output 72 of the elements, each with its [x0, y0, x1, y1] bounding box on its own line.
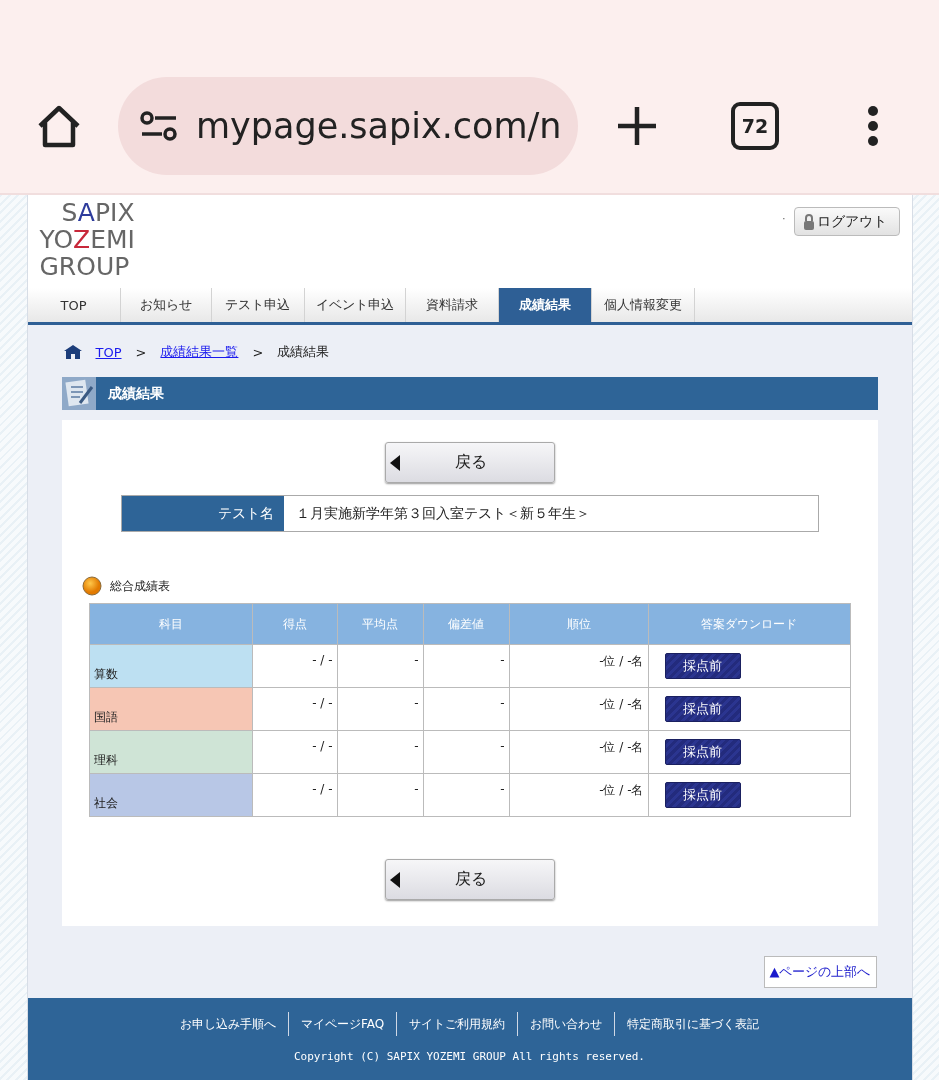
scoring-button[interactable]: 採点前	[664, 696, 741, 722]
notepad-icon	[61, 377, 96, 410]
scoring-button[interactable]: 採点前	[664, 739, 741, 765]
table-cell: -位 / -名	[509, 773, 648, 817]
address-bar[interactable]: mypage.sapix.com/n	[118, 77, 578, 175]
footer-link[interactable]: お問い合わせ	[517, 1012, 615, 1036]
nav-tab[interactable]: 個人情報変更	[591, 288, 695, 322]
table-cell: - / -	[252, 644, 337, 688]
test-name-value: １月実施新学年第３回入室テスト＜新５年生＞	[294, 503, 591, 523]
column-header: 答案ダウンロード	[648, 603, 850, 645]
logo-text: YOZEMI	[39, 226, 136, 253]
table-cell: -	[337, 644, 423, 688]
table-cell: -	[423, 773, 509, 817]
copyright: Copyright (C) SAPIX YOZEMI GROUP All rights reserved.	[294, 1050, 645, 1063]
bullet-icon	[81, 576, 102, 596]
table-cell: -位 / -名	[509, 644, 648, 688]
left-triangle-icon	[389, 871, 400, 888]
home-icon	[63, 345, 82, 359]
table-cell: -	[337, 730, 423, 774]
subject-cell: 社会	[89, 773, 252, 817]
logo-text: GROUP	[39, 253, 131, 280]
breadcrumb-link[interactable]: TOP	[95, 344, 122, 360]
table-cell: -	[423, 687, 509, 731]
column-header: 科目	[89, 603, 252, 645]
breadcrumb-separator: >	[135, 344, 147, 360]
scoring-button[interactable]: 採点前	[664, 782, 741, 808]
table-cell: -位 / -名	[509, 687, 648, 731]
subject-cell: 算数	[89, 644, 252, 688]
table-cell: - / -	[252, 730, 337, 774]
tune-icon[interactable]	[140, 111, 178, 141]
nav-tab[interactable]: TOP	[27, 288, 121, 322]
breadcrumb-current: 成績結果	[277, 343, 330, 361]
table-cell: - / -	[252, 773, 337, 817]
column-header: 偏差値	[423, 603, 509, 645]
nav-tab[interactable]: 成績結果	[498, 288, 592, 322]
table-cell: -	[423, 644, 509, 688]
breadcrumb-link[interactable]: 成績結果一覧	[160, 343, 239, 361]
lock-icon	[802, 213, 815, 230]
back-button[interactable]: 戻る	[384, 442, 555, 483]
scoring-button[interactable]: 採点前	[664, 653, 741, 679]
plus-icon[interactable]	[616, 105, 658, 147]
dot: ·	[782, 213, 786, 224]
page-title: 成績結果	[107, 384, 164, 403]
column-header: 得点	[252, 603, 337, 645]
table-cell: -	[337, 773, 423, 817]
table-cell: - / -	[252, 687, 337, 731]
column-header: 平均点	[337, 603, 423, 645]
subject-cell: 国語	[89, 687, 252, 731]
section-title: 総合成績表	[109, 577, 170, 595]
footer-link[interactable]: お申し込み手順へ	[167, 1012, 288, 1036]
tab-count[interactable]: 72	[731, 102, 779, 150]
page-top-link[interactable]: ▲ページの上部へ	[763, 956, 877, 988]
left-triangle-icon	[389, 454, 400, 471]
column-header: 順位	[509, 603, 648, 645]
logo-text: SAPIX	[61, 199, 136, 226]
table-cell: -位 / -名	[509, 730, 648, 774]
back-button[interactable]: 戻る	[384, 859, 555, 900]
table-cell: -	[423, 730, 509, 774]
table-cell: -	[337, 687, 423, 731]
logout-button[interactable]: ログアウト	[793, 207, 900, 236]
footer-link[interactable]: マイページFAQ	[287, 1012, 397, 1036]
footer-link[interactable]: 特定商取引に基づく表記	[614, 1012, 772, 1036]
footer-link[interactable]: サイトご利用規約	[396, 1012, 518, 1036]
subject-cell: 理科	[89, 730, 252, 774]
nav-tab[interactable]: テスト申込	[211, 288, 305, 322]
nav-tab[interactable]: イベント申込	[304, 288, 406, 322]
test-name-label: テスト名	[121, 496, 284, 531]
nav-tab[interactable]: 資料請求	[405, 288, 499, 322]
breadcrumb-separator: >	[252, 344, 264, 360]
nav-tab[interactable]: お知らせ	[120, 288, 212, 322]
home-icon[interactable]	[36, 104, 82, 148]
more-icon[interactable]	[867, 105, 879, 147]
